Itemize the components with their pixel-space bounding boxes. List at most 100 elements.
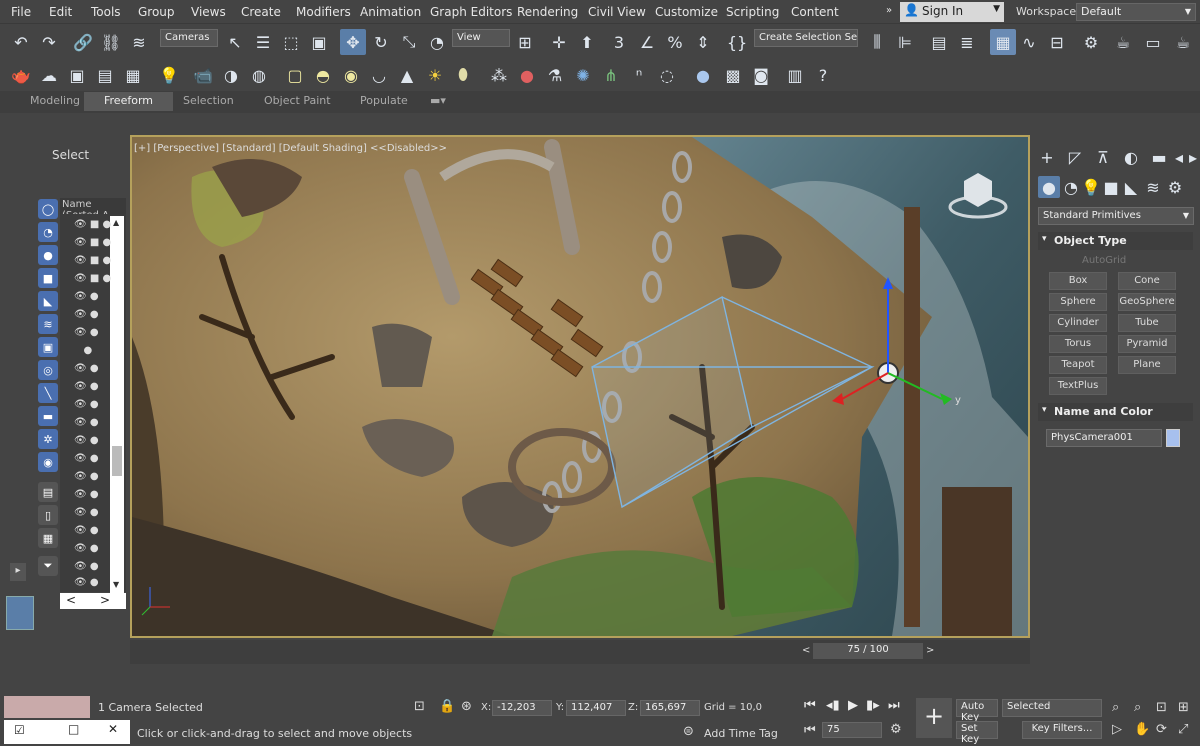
batch-render-icon[interactable]: ▥ bbox=[784, 64, 806, 86]
cameras-icon[interactable]: ■ bbox=[1100, 176, 1122, 198]
scroll-right-icon[interactable]: > bbox=[100, 593, 110, 607]
window-crossing-icon[interactable]: ▣ bbox=[308, 31, 330, 53]
key-mode-icon[interactable]: ⏮ bbox=[804, 723, 816, 738]
isolate-selection-icon[interactable]: ⊡ bbox=[414, 699, 425, 714]
check-icon[interactable]: ☑ bbox=[14, 723, 25, 737]
cloth-icon[interactable]: ⚗ bbox=[544, 64, 566, 86]
reference-coordinate-dropdown[interactable]: View bbox=[452, 29, 510, 47]
lights-icon[interactable]: 💡 bbox=[1080, 176, 1102, 198]
pivot-center-icon[interactable]: ⊞ bbox=[514, 31, 536, 53]
light-icon[interactable]: 💡 bbox=[158, 64, 180, 86]
list-item[interactable]: 👁 ● bbox=[74, 543, 120, 559]
time-slider-thumb[interactable]: 75 / 100 bbox=[813, 643, 923, 659]
list-item[interactable]: 👁 ● bbox=[74, 435, 120, 451]
selection-filter-dropdown[interactable]: Cameras bbox=[160, 29, 218, 47]
named-selection-dropdown[interactable]: Create Selection Se bbox=[754, 29, 858, 47]
plane-button[interactable]: Plane bbox=[1118, 356, 1176, 374]
ribbon-options-icon[interactable]: ▬▾ bbox=[430, 94, 446, 107]
systems-icon[interactable]: ⚙ bbox=[1164, 176, 1186, 198]
select-and-move-icon[interactable]: ✥ bbox=[340, 29, 366, 55]
key-set-dropdown[interactable]: Selected bbox=[1002, 699, 1102, 717]
name-and-color-rollout-header[interactable]: ▾ Name and Color bbox=[1038, 403, 1193, 421]
list-item[interactable]: 👁 ● bbox=[74, 399, 120, 415]
display-tab-icon[interactable]: ▬ bbox=[1148, 146, 1170, 168]
maxscript-listener-field[interactable] bbox=[4, 696, 90, 718]
hair-fur-icon[interactable]: ⁿ bbox=[628, 64, 650, 86]
list-item[interactable]: 👁 ● bbox=[74, 417, 120, 433]
select-and-scale-icon[interactable]: ⤡ bbox=[398, 31, 420, 53]
list-item[interactable]: 👁 ■ ● bbox=[74, 237, 120, 253]
redo-icon[interactable]: ↷ bbox=[38, 31, 60, 53]
geosphere-button[interactable]: GeoSphere bbox=[1118, 293, 1176, 311]
particle-icon[interactable]: ⁂ bbox=[488, 64, 510, 86]
goto-end-icon[interactable]: ⏭ bbox=[888, 698, 900, 713]
unlink-icon[interactable]: ⛓ bbox=[100, 31, 122, 53]
object-color-swatch[interactable] bbox=[1166, 429, 1180, 447]
notes-icon[interactable]: ▦ bbox=[38, 528, 58, 548]
menu-file[interactable]: File bbox=[11, 5, 31, 19]
geometry-icon[interactable]: ● bbox=[1038, 176, 1060, 198]
y-coord-input[interactable]: 112,407 bbox=[566, 700, 626, 716]
shapes-icon[interactable]: ◔ bbox=[1060, 176, 1082, 198]
play-icon[interactable]: ▶ bbox=[848, 698, 858, 713]
list-item[interactable]: 👁 ■ ● bbox=[74, 219, 120, 235]
select-object-icon[interactable]: ↖ bbox=[224, 31, 246, 53]
helpers-icon[interactable]: ◣ bbox=[1120, 176, 1142, 198]
cloud-icon[interactable]: ☁ bbox=[38, 64, 60, 86]
groups-filter-icon[interactable]: ▣ bbox=[38, 337, 58, 357]
list-item[interactable]: 👁 ● bbox=[74, 291, 120, 307]
list-item[interactable]: 👁 ● bbox=[74, 525, 120, 541]
next-frame-icon[interactable]: > bbox=[926, 645, 934, 656]
pan-view-icon[interactable]: ✋ bbox=[1134, 722, 1150, 737]
sign-in-button[interactable]: 👤 Sign In ▼ bbox=[900, 2, 1004, 22]
plane-light-icon[interactable]: ▢ bbox=[284, 64, 306, 86]
bind-space-warp-icon[interactable]: ≋ bbox=[128, 31, 150, 53]
select-by-name-icon[interactable]: ☰ bbox=[252, 31, 274, 53]
hierarchy-tab-icon[interactable]: ⊼ bbox=[1092, 146, 1114, 168]
viewport-label[interactable]: [+] [Perspective] [Standard] [Default Sh… bbox=[134, 143, 447, 154]
fluid-icon[interactable]: ✺ bbox=[572, 64, 594, 86]
menu-group[interactable]: Group bbox=[138, 5, 175, 19]
menu-tools[interactable]: Tools bbox=[91, 5, 121, 19]
list-icon[interactable]: ▤ bbox=[38, 482, 58, 502]
keyboard-shortcut-override-icon[interactable]: ⬆ bbox=[576, 31, 598, 53]
render-cam-icon[interactable]: ◙ bbox=[750, 64, 772, 86]
tube-button[interactable]: Tube bbox=[1118, 314, 1176, 332]
square-icon[interactable]: □ bbox=[68, 722, 79, 736]
rendered-frame-icon[interactable]: ▭ bbox=[1142, 31, 1164, 53]
fur-icon[interactable]: ◌ bbox=[656, 64, 678, 86]
menu-scripting[interactable]: Scripting bbox=[726, 5, 779, 19]
toggle-ribbon-icon[interactable]: ▦ bbox=[990, 29, 1016, 55]
menu-create[interactable]: Create bbox=[241, 5, 281, 19]
maxscript-mini-listener[interactable]: ☑ □ ✕ bbox=[4, 720, 130, 744]
align-icon[interactable]: ⊫ bbox=[894, 31, 916, 53]
close-icon[interactable]: ✕ bbox=[108, 722, 118, 736]
menu-civil-view[interactable]: Civil View bbox=[588, 5, 646, 19]
tab-object-paint[interactable]: Object Paint bbox=[264, 94, 331, 107]
list-item[interactable]: 👁 ● bbox=[74, 507, 120, 523]
link-icon[interactable]: 🔗 bbox=[72, 31, 94, 53]
menu-overflow-icon[interactable]: » bbox=[886, 5, 892, 16]
list-item[interactable]: 👁 ● bbox=[74, 327, 120, 343]
set-key-plus-button[interactable]: + bbox=[916, 698, 952, 738]
selection-lock-icon[interactable]: 🔒 bbox=[439, 699, 455, 714]
menu-customize[interactable]: Customize bbox=[655, 5, 718, 19]
orbit-icon[interactable]: ⟳ bbox=[1156, 722, 1167, 737]
rectangular-selection-icon[interactable]: ⬚ bbox=[280, 31, 302, 53]
xrefs-filter-icon[interactable]: ◎ bbox=[38, 360, 58, 380]
containers-filter-icon[interactable]: ▬ bbox=[38, 406, 58, 426]
list-item[interactable]: 👁 ● bbox=[74, 471, 120, 487]
list-item[interactable]: 👁 ● bbox=[74, 453, 120, 469]
goto-start-icon[interactable]: ⏮ bbox=[804, 698, 816, 713]
expand-panel-icon[interactable]: ▸ bbox=[10, 563, 26, 581]
sphere-material-icon[interactable]: ● bbox=[692, 64, 714, 86]
cone-button[interactable]: Cone bbox=[1118, 272, 1176, 290]
angle-snap-icon[interactable]: ∠ bbox=[636, 31, 658, 53]
layer-explorer-icon[interactable]: ≣ bbox=[956, 31, 978, 53]
scroll-right-icon[interactable]: ▸ bbox=[1186, 146, 1200, 168]
dome-light-icon[interactable]: ◓ bbox=[312, 64, 334, 86]
scene-explorer-toggle-icon[interactable]: ▤ bbox=[928, 31, 950, 53]
spinner-snap-icon[interactable]: ⇕ bbox=[692, 31, 714, 53]
select-and-rotate-icon[interactable]: ↻ bbox=[370, 31, 392, 53]
menu-edit[interactable]: Edit bbox=[49, 5, 72, 19]
